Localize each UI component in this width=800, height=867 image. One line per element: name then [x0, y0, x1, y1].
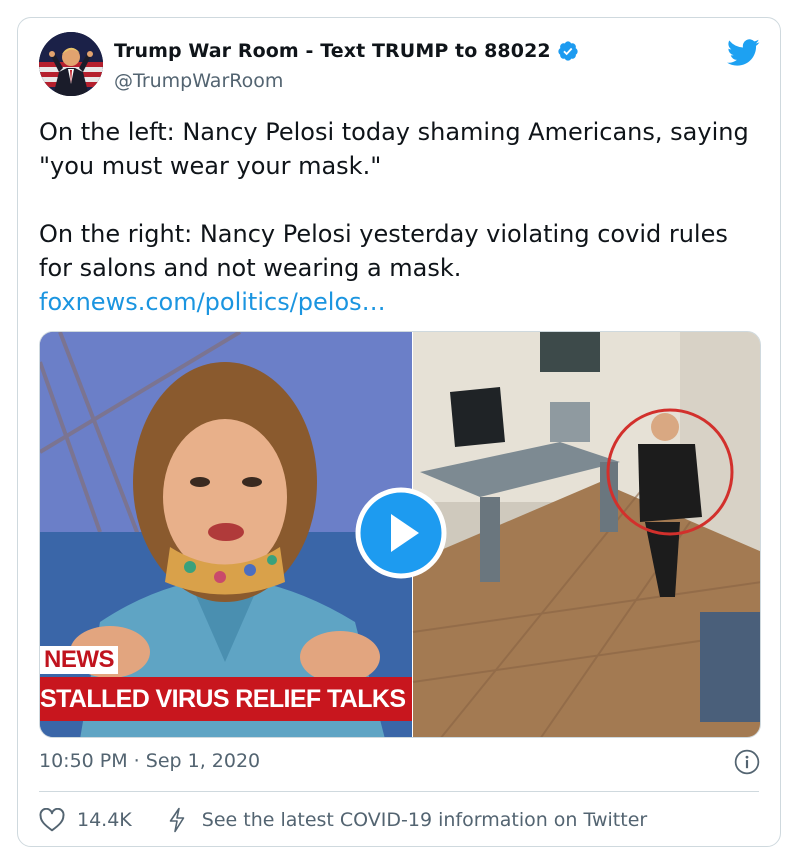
tweet-timestamp[interactable]: 10:50 PM · Sep 1, 2020 [39, 750, 260, 772]
covid-info-text: See the latest COVID-19 information on T… [201, 809, 648, 831]
tweet-card[interactable]: Trump War Room - Text TRUMP to 88022 @Tr… [17, 17, 781, 847]
tweet-paragraph: On the left: Nancy Pelosi today shaming … [39, 118, 749, 180]
author-handle[interactable]: @TrumpWarRoom [114, 70, 283, 92]
news-banner-headline: STALLED VIRUS RELIEF TALKS [40, 677, 412, 721]
video-thumbnail[interactable]: NEWS STALLED VIRUS RELIEF TALKS [39, 331, 761, 738]
avatar-image [39, 32, 103, 96]
tweet-paragraph-text: On the right: Nancy Pelosi yesterday vio… [39, 220, 728, 282]
tweet-actions: 14.4K See the latest COVID-19 informatio… [39, 807, 647, 833]
covid-info-link[interactable]: See the latest COVID-19 information on T… [166, 807, 647, 833]
news-banner-label: NEWS [40, 646, 118, 674]
twitter-bird-icon[interactable] [727, 39, 760, 67]
display-name[interactable]: Trump War Room - Text TRUMP to 88022 [114, 40, 551, 62]
like-count: 14.4K [77, 809, 132, 831]
play-icon[interactable] [355, 487, 447, 579]
like-button[interactable]: 14.4K [39, 808, 132, 832]
tweet-link[interactable]: foxnews.com/politics/pelos… [39, 288, 386, 316]
info-icon[interactable] [734, 749, 760, 775]
avatar[interactable] [39, 32, 103, 96]
divider [39, 791, 759, 792]
tweet-paragraph: On the right: Nancy Pelosi yesterday vio… [39, 217, 759, 319]
heart-icon [39, 808, 65, 832]
tweet-text: On the left: Nancy Pelosi today shaming … [39, 115, 759, 319]
author-name-row[interactable]: Trump War Room - Text TRUMP to 88022 [114, 40, 579, 62]
verified-badge-icon [558, 41, 578, 61]
bolt-icon [169, 807, 185, 833]
